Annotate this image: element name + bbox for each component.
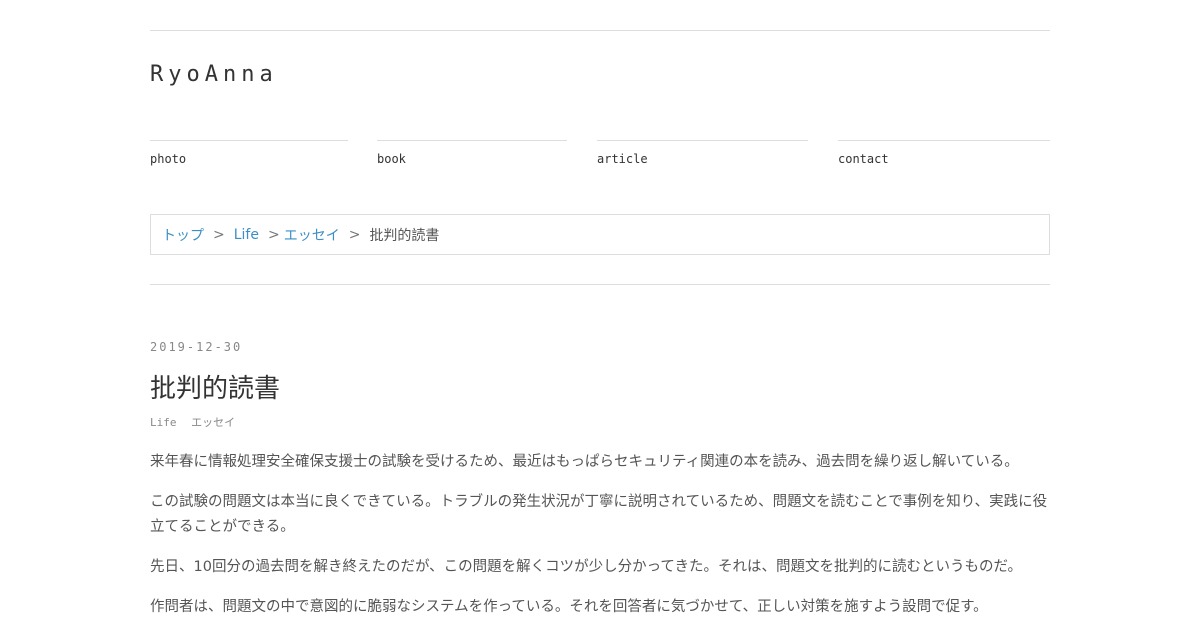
top-divider (150, 30, 1050, 31)
tag-link-essay[interactable]: エッセイ (191, 416, 235, 429)
page: RyoAnna photo book article contact トップ >… (150, 0, 1050, 630)
breadcrumb-life-link[interactable]: Life (234, 227, 259, 243)
post-date: 2019-12-30 (150, 340, 243, 354)
main-nav: photo book article contact (150, 140, 1050, 180)
site-title-link[interactable]: RyoAnna (150, 62, 278, 87)
post-paragraph: この試験の問題文は本当に良くできている。トラブルの発生状況が丁寧に説明されている… (150, 494, 1048, 535)
nav-item-contact[interactable]: contact (838, 140, 1050, 166)
breadcrumb-separator: > (348, 226, 361, 243)
post-title: 批判的読書 (150, 374, 281, 404)
breadcrumb: トップ > Life > エッセイ > 批判的読書 (150, 214, 1050, 255)
post-paragraph: 先日、10回分の過去問を解き終えたのだが、この問題を解くコツが少し分かってきた。… (150, 559, 1023, 575)
breadcrumb-current: 批判的読書 (369, 227, 440, 244)
nav-item-article[interactable]: article (597, 140, 808, 166)
post-tags: Life エッセイ (150, 414, 243, 430)
breadcrumb-separator: > (267, 226, 280, 243)
breadcrumb-separator: > (213, 226, 225, 243)
post-body: 来年春に情報処理安全確保支援士の試験を受けるため、最近はもっぱらセキュリティ関連… (150, 450, 1050, 630)
nav-item-book[interactable]: book (377, 140, 567, 166)
post-paragraph: 来年春に情報処理安全確保支援士の試験を受けるため、最近はもっぱらセキュリティ関連… (150, 454, 1019, 470)
header-divider (150, 284, 1050, 285)
nav-item-photo[interactable]: photo (150, 140, 348, 166)
breadcrumb-top-link[interactable]: トップ (162, 225, 204, 245)
tag-link-life[interactable]: Life (150, 416, 177, 429)
post-paragraph: 作問者は、問題文の中で意図的に脆弱なシステムを作っている。それを回答者に気づかせ… (150, 599, 988, 615)
breadcrumb-essay-link[interactable]: エッセイ (284, 225, 340, 245)
